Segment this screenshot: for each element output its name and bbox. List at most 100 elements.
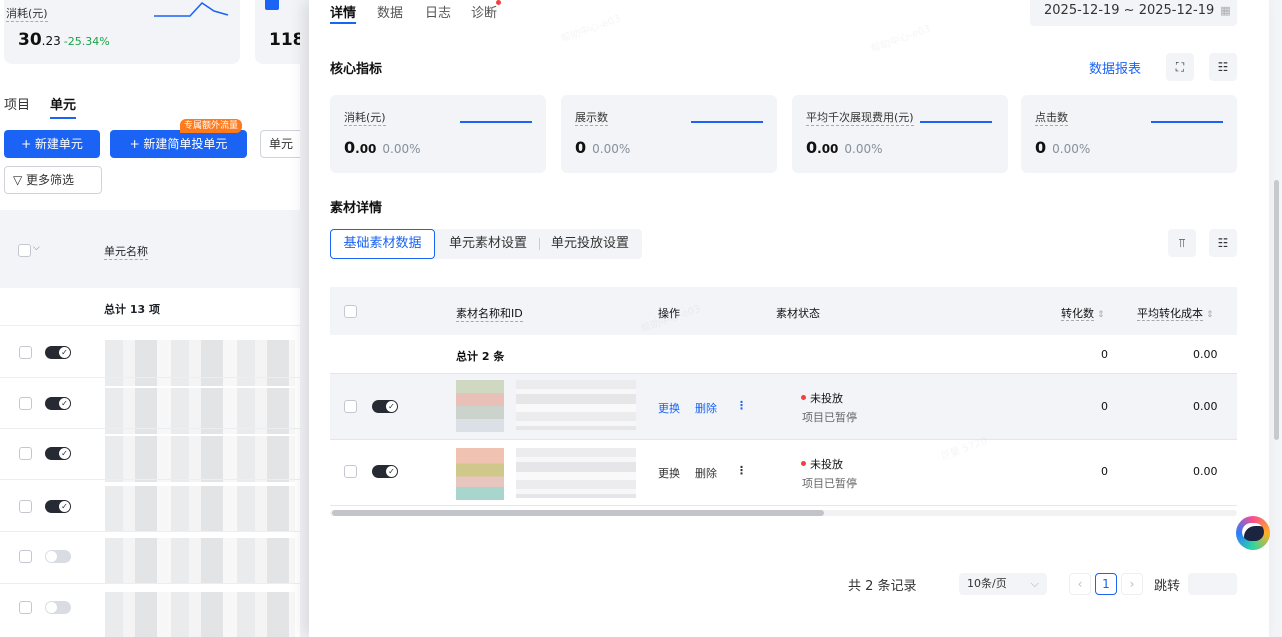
unit-name-blurred [105,486,295,532]
material-name-blurred [516,448,636,498]
select-all-checkbox[interactable] [18,244,31,257]
chevron-down-icon: ⌵ [1030,577,1039,590]
column-avg-cost[interactable]: 平均转化成本 ⇕ [1137,305,1214,321]
kpi-value: 0.00 0.00% [806,138,883,157]
metric-card-impressions: 118 [255,0,300,64]
row-checkbox[interactable] [19,550,32,563]
row-toggle[interactable] [45,500,71,513]
chevron-down-icon[interactable]: ⌵ [33,243,40,253]
scrollbar-thumb[interactable] [332,510,824,516]
sort-icon[interactable]: ⇕ [1206,310,1214,320]
delete-link[interactable]: 删除 [695,465,717,481]
total-avg-cost: 0.00 [1193,348,1218,361]
metric-value: 30.23 -25.34% [18,30,110,50]
material-detail-title: 素材详情 [330,201,383,216]
detail-drawer: 详情 数据 日志 诊断 2025-12-19 ~ 2025-12-19 ▦ 核心指… [309,0,1269,637]
row-toggle[interactable] [45,550,71,563]
total-conversions: 0 [1101,348,1108,361]
more-filter-button[interactable]: ▽ 更多筛选 [4,166,102,194]
tab-data[interactable]: 数据 [377,2,403,21]
metric-value: 118 [269,30,300,50]
avg-cost-value: 0.00 [1193,465,1218,478]
table-row: 更换 删除 ⋮ 未投放 项目已暂停 0 0.00 [330,374,1237,440]
tab-project[interactable]: 项目 [4,94,30,113]
segment-unit-delivery-settings[interactable]: 单元投放设置 [542,229,638,259]
jump-label: 跳转 [1154,579,1181,594]
row-checkbox[interactable] [19,500,32,513]
table-row: 更换 删除 ⋮ 未投放 项目已暂停 0 0.00 [330,440,1237,506]
row-checkbox[interactable] [344,465,357,478]
row-toggle[interactable] [45,601,71,614]
conversions-value: 0 [1101,400,1108,413]
assistant-bot-icon[interactable] [1236,516,1270,550]
metric-label: 消耗(元) [6,7,48,22]
column-unit-name: 单元名称 [104,245,148,260]
next-page-button[interactable]: › [1121,573,1143,595]
data-report-link[interactable]: 数据报表 [1089,58,1141,77]
column-ops: 操作 [658,307,680,320]
conversions-value: 0 [1101,465,1108,478]
tab-diagnosis[interactable]: 诊断 [471,2,497,21]
extra-traffic-badge: 专属额外流量 [180,119,243,133]
row-checkbox[interactable] [344,400,357,413]
total-count: 总计 13 项 [104,303,160,316]
row-toggle[interactable] [372,400,398,413]
trend-sparkline-icon [154,2,229,17]
total-row: 总计 2 条 0 0.00 [330,335,1237,374]
table-settings-icon[interactable]: ☷ [1209,229,1237,257]
sort-icon[interactable]: ⇕ [1097,310,1105,320]
metric-card-cost: 消耗(元) 30.23 -25.34% [4,0,240,64]
column-conversions[interactable]: 转化数 ⇕ [1061,305,1105,321]
row-checkbox[interactable] [19,447,32,460]
page-1-button[interactable]: 1 [1095,573,1117,595]
row-toggle[interactable] [45,346,71,359]
kpi-card-clicks: 点击数 0 0.00% [1021,95,1237,173]
row-checkbox[interactable] [19,601,32,614]
unit-name-blurred [105,592,295,637]
material-segment-control: 基础素材数据 单元素材设置 单元投放设置 [330,229,642,259]
more-actions-icon[interactable]: ⋮ [736,399,747,412]
status-badge: 未投放 [801,458,843,471]
fullscreen-icon[interactable]: ⛶ [1166,53,1194,81]
replace-link[interactable]: 更换 [658,400,680,416]
jump-page-input[interactable] [1188,573,1237,595]
horizontal-scrollbar[interactable] [330,510,1237,516]
column-config-icon[interactable]: ⫪ [1168,229,1196,257]
filter-icon: ▽ [13,173,27,187]
kpi-sparkline [460,121,532,123]
row-toggle[interactable] [45,447,71,460]
more-actions-icon[interactable]: ⋮ [736,464,747,477]
new-simple-unit-button[interactable]: + 新建简单投单元 [110,130,247,158]
kpi-label: 展示数 [575,111,608,126]
kpi-sparkline [1151,121,1223,123]
kpi-sparkline [920,121,992,123]
date-range-picker[interactable]: 2025-12-19 ~ 2025-12-19 ▦ [1030,0,1237,26]
delete-link[interactable]: 删除 [695,400,717,416]
tab-log[interactable]: 日志 [425,2,451,21]
prev-page-button[interactable]: ‹ [1069,573,1091,595]
kpi-card-cost: 消耗(元) 0.00 0.00% [330,95,546,173]
total-label: 总计 2 条 [456,350,505,363]
unit-name-blurred [105,340,295,386]
tab-unit[interactable]: 单元 [50,94,77,119]
unit-dropdown-button[interactable]: 单元 [260,130,300,158]
kpi-label: 点击数 [1035,111,1068,126]
new-unit-button[interactable]: + 新建单元 [4,130,100,158]
segment-unit-material-settings[interactable]: 单元素材设置 [440,229,536,259]
settings-sliders-icon[interactable]: ☷ [1209,53,1237,81]
material-thumbnail [456,380,504,432]
replace-link[interactable]: 更换 [658,465,680,481]
page-size-select[interactable]: 10条/页 ⌵ [959,573,1047,595]
material-thumbnail [456,448,504,500]
tab-detail[interactable]: 详情 [330,2,357,24]
core-metrics-title: 核心指标 [330,62,383,77]
row-checkbox[interactable] [19,346,32,359]
row-toggle[interactable] [372,465,398,478]
row-checkbox[interactable] [19,397,32,410]
page-scrollbar[interactable] [1274,180,1279,440]
segment-basic-material-data[interactable]: 基础素材数据 [330,229,435,259]
kpi-value: 0 0.00% [1035,138,1091,157]
select-all-checkbox[interactable] [344,305,357,318]
row-toggle[interactable] [45,397,71,410]
calendar-icon: ▦ [1220,4,1231,17]
